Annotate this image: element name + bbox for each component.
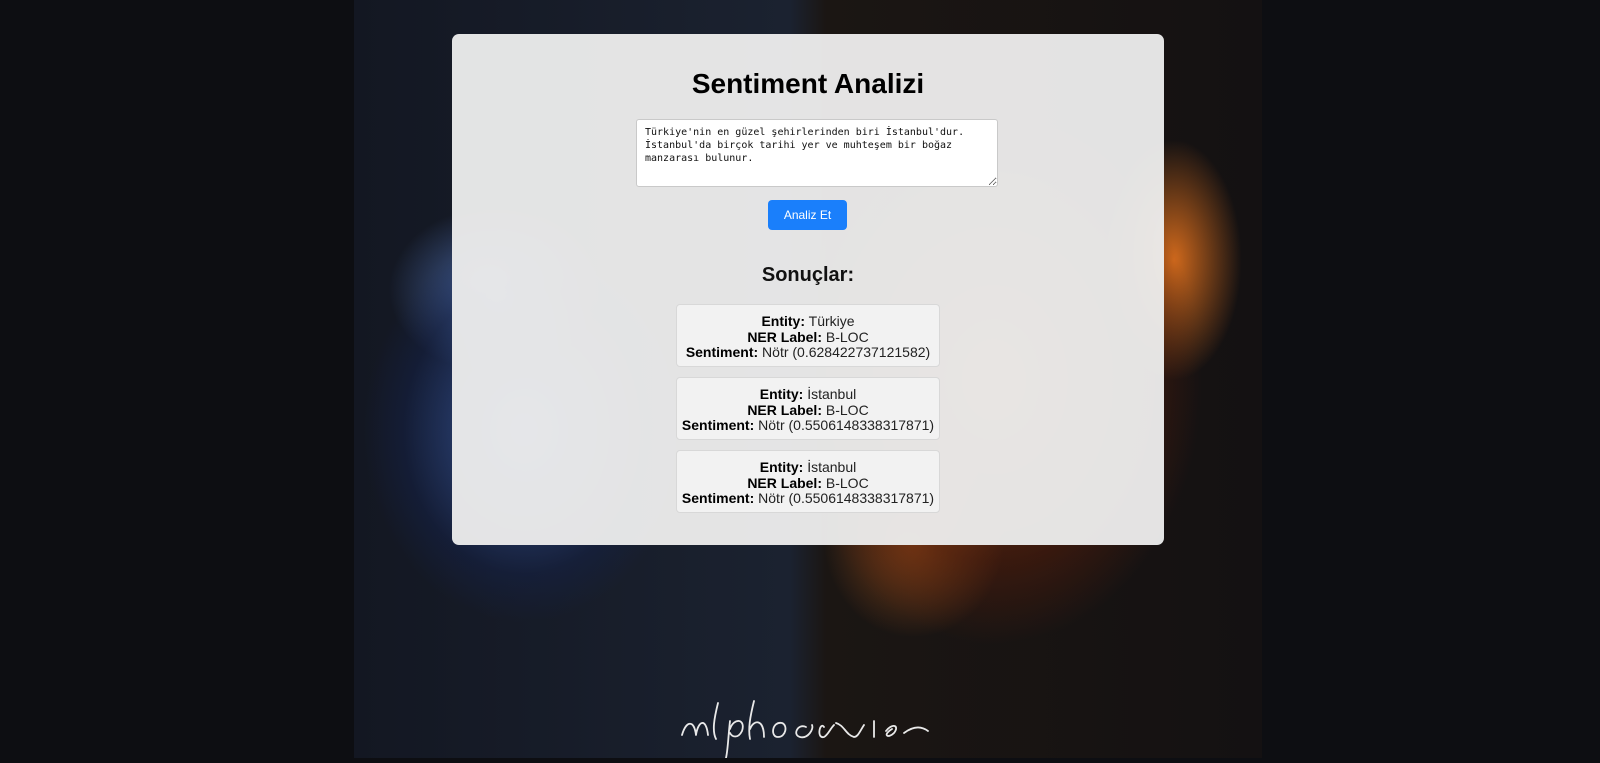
page-title: Sentiment Analizi — [691, 68, 925, 99]
results-list: Entity: Türkiye NER Label: B-LOC Sentime… — [676, 304, 940, 523]
sentiment-value: Nötr (0.628422737121582) — [762, 344, 931, 360]
sentiment-value: Nötr (0.5506148338317871) — [758, 490, 935, 506]
results-title: Sonuçlar: — [761, 264, 855, 286]
sentiment-row: Sentiment: Nötr (0.5506148338317871) — [681, 490, 935, 506]
ner-label-row: NER Label: B-LOC — [747, 328, 869, 345]
entity-value: İstanbul — [807, 386, 857, 402]
ner-label-value: B-LOC — [825, 328, 869, 345]
analysis-card: Sentiment Analizi Türkiye'nin en güzel ş… — [452, 34, 1164, 545]
entity-row: Entity: İstanbul — [759, 386, 857, 402]
ner-label-row: NER Label: B-LOC — [747, 474, 869, 491]
result-item: Entity: İstanbul NER Label: B-LOC Sentim… — [676, 377, 940, 440]
entity-value: İstanbul — [807, 459, 857, 475]
ner-label-row: NER Label: B-LOC — [747, 401, 869, 418]
nlphoenise-signature — [678, 695, 938, 759]
result-item: Entity: İstanbul NER Label: B-LOC Sentim… — [676, 450, 940, 513]
ner-label-value: B-LOC — [825, 474, 869, 491]
entity-value: Türkiye — [808, 313, 855, 329]
sentiment-row: Sentiment: Nötr (0.628422737121582) — [685, 344, 931, 360]
analyze-button[interactable]: Analiz Et — [768, 200, 847, 230]
sentiment-value: Nötr (0.5506148338317871) — [758, 417, 935, 433]
text-input[interactable]: Türkiye'nin en güzel şehirlerinden biri … — [636, 119, 998, 187]
ner-label-value: B-LOC — [825, 401, 869, 418]
result-item: Entity: Türkiye NER Label: B-LOC Sentime… — [676, 304, 940, 367]
entity-row: Entity: Türkiye — [761, 313, 855, 329]
entity-row: Entity: İstanbul — [759, 459, 857, 475]
sentiment-row: Sentiment: Nötr (0.5506148338317871) — [681, 417, 935, 433]
